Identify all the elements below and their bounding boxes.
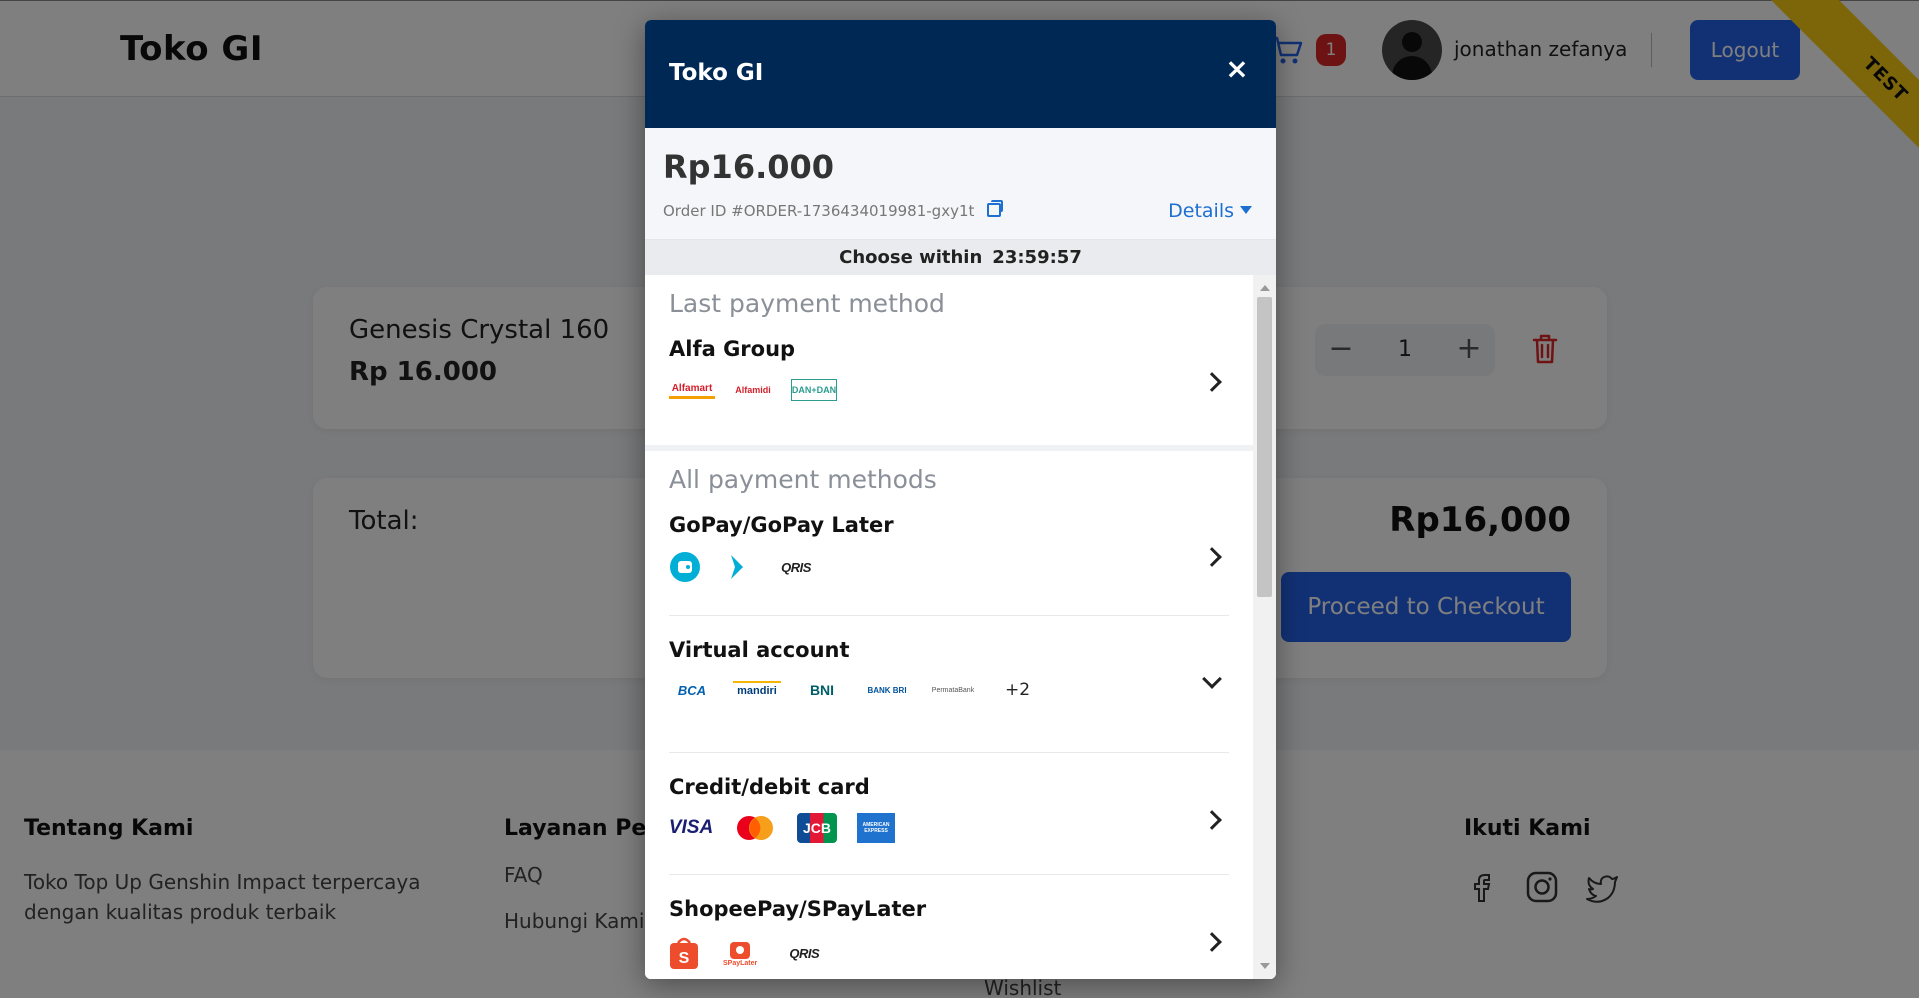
alfamidi-logo: Alfamidi [735, 385, 771, 395]
jcb-logo: JCB [797, 813, 837, 843]
amex-logo: AMERICAN EXPRESS [857, 813, 895, 843]
payment-method-name: Credit/debit card [669, 775, 870, 799]
details-label: Details [1168, 200, 1234, 222]
payment-method-name: ShopeePay/SPayLater [669, 897, 927, 921]
visa-logo: VISA [668, 817, 714, 838]
last-payment-section: Last payment method Alfa Group Alfamart … [645, 275, 1253, 445]
mandiri-logo: mandiri [733, 681, 781, 699]
countdown-value: 23:59:57 [992, 247, 1082, 268]
last-payment-title: Last payment method [669, 289, 945, 318]
payment-method-card[interactable]: Credit/debit card VISA JCB AMERICAN EXPR… [669, 753, 1229, 875]
payment-method-gopay[interactable]: GoPay/GoPay Later QRIS [669, 509, 1229, 616]
bni-logo: BNI [809, 682, 835, 698]
scroll-down-arrow-icon[interactable] [1260, 963, 1270, 969]
qris-logo: QRIS [789, 945, 820, 961]
payment-method-shopeepay[interactable]: ShopeePay/SPayLater S SPayLater QRIS [669, 875, 1229, 979]
modal-title: Toko GI [669, 60, 764, 86]
order-amount: Rp16.000 [663, 148, 835, 186]
details-toggle[interactable]: Details [1168, 200, 1252, 222]
spaylater-icon [730, 941, 751, 959]
payment-method-name: GoPay/GoPay Later [669, 513, 894, 537]
payment-method-virtual-account[interactable]: Virtual account BCA mandiri BNI BANK BRI… [669, 616, 1229, 753]
bca-logo: BCA [677, 682, 707, 698]
order-summary: Rp16.000 Order ID #ORDER-1736434019981-g… [645, 128, 1276, 240]
countdown-label: Choose within [839, 247, 983, 268]
gopaylater-icon [731, 555, 743, 579]
all-payment-title: All payment methods [669, 465, 937, 494]
more-banks-count: +2 [1005, 680, 1031, 700]
modal-header: Toko GI × [645, 20, 1276, 128]
svg-text:S: S [679, 950, 690, 967]
order-id-row: Order ID #ORDER-1736434019981-gxy1t [663, 200, 1004, 220]
scrollbar[interactable] [1253, 275, 1276, 979]
gopay-icon [670, 552, 700, 582]
scroll-up-arrow-icon[interactable] [1260, 285, 1270, 291]
qris-logo: QRIS [781, 559, 811, 575]
permata-logo: PermataBank [931, 686, 975, 694]
payment-modal: Toko GI × Rp16.000 Order ID #ORDER-17364… [645, 20, 1276, 979]
caret-down-icon [1240, 206, 1252, 214]
copy-icon[interactable] [987, 200, 1004, 217]
mastercard-icon [737, 816, 773, 840]
payment-methods-scroll[interactable]: Last payment method Alfa Group Alfamart … [645, 275, 1276, 979]
shopeepay-icon: S [670, 937, 698, 969]
payment-method-name: Alfa Group [669, 337, 796, 361]
all-payment-section: All payment methods GoPay/GoPay Later QR… [645, 451, 1253, 979]
bri-logo: BANK BRI [867, 685, 907, 695]
spaylater-logo: SPayLater [723, 940, 757, 967]
order-id: Order ID #ORDER-1736434019981-gxy1t [663, 202, 975, 220]
alfamart-logo: Alfamart [669, 381, 715, 399]
scrollbar-thumb[interactable] [1257, 297, 1272, 597]
payment-method-alfa[interactable]: Alfa Group Alfamart Alfamidi DAN+DAN [669, 333, 1229, 433]
dandan-logo: DAN+DAN [791, 379, 837, 401]
payment-method-name: Virtual account [669, 638, 850, 662]
close-icon[interactable]: × [1222, 54, 1252, 84]
countdown-bar: Choose within 23:59:57 [645, 240, 1276, 275]
